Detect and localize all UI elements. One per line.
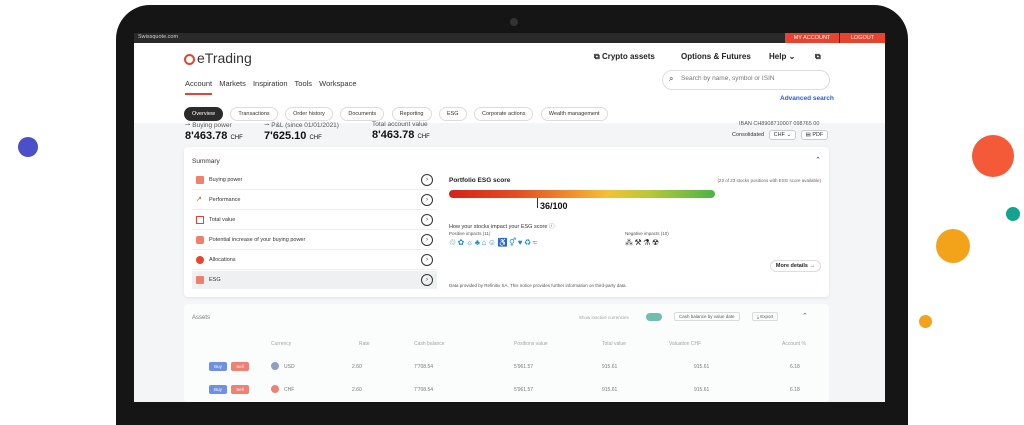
arrow-right-icon[interactable]: › [421, 214, 433, 226]
tools-icon[interactable]: ⚒ [635, 238, 644, 247]
flower-icon[interactable]: ✿ [458, 238, 466, 247]
help-menu[interactable]: Help ⌄ [769, 52, 795, 61]
document-icon [196, 216, 204, 224]
negative-impacts-label: Negative impacts (10) [625, 231, 669, 236]
summary-item-total-value[interactable]: Total value › [192, 211, 437, 230]
esg-score-marker [537, 198, 538, 208]
stat-buying-power: ⇀ Buying power 8'463.78 CHF [185, 122, 243, 142]
more-details-button[interactable]: More details → [769, 260, 821, 272]
summary-card: Summary ⌃ Buying power › ↗ Performance ›… [184, 147, 829, 297]
collapse-icon[interactable]: ⌃ [815, 156, 821, 164]
pie-chart-icon [196, 256, 204, 264]
stat-pnl: ⇀ P&L (since 01/01/2021) 7'625.10 CHF [264, 122, 339, 142]
arrow-right-icon[interactable]: › [421, 254, 433, 266]
decor-dot-blue [18, 137, 38, 157]
search-placeholder: Search by name, symbol or ISIN [681, 75, 775, 82]
summary-item-performance[interactable]: ↗ Performance › [192, 191, 437, 210]
site-link[interactable]: Swissquote.com [138, 34, 178, 40]
summary-item-esg[interactable]: ESG › [192, 271, 437, 289]
arrow-right-icon[interactable]: › [421, 174, 433, 186]
fade-overlay [134, 301, 885, 402]
wallet-icon [196, 176, 204, 184]
tab-markets[interactable]: Markets [219, 79, 246, 88]
decor-dot-teal [1006, 207, 1020, 221]
camera [510, 18, 518, 26]
tab-account[interactable]: Account [185, 79, 213, 95]
bulb-icon[interactable]: ☼ [466, 238, 475, 247]
my-account-button[interactable]: MY ACCOUNT [785, 33, 839, 43]
positive-impacts-label: Positive impacts (11) [449, 231, 491, 236]
options-futures-link[interactable]: Options & Futures [681, 52, 751, 61]
crypto-assets-link[interactable]: ⧉ Crypto assets [594, 52, 655, 62]
pill-overview[interactable]: Overview [184, 107, 223, 121]
esg-score-bar [449, 190, 715, 198]
top-bar: Swissquote.com MY ACCOUNT LOGOUT [134, 33, 885, 43]
nuclear-icon[interactable]: ☢ [652, 238, 661, 247]
currency-select[interactable]: CHF ⌄ [768, 130, 797, 140]
gender-icon[interactable]: ⚥ [509, 238, 518, 247]
logo[interactable]: eTrading [184, 50, 252, 66]
leaf-icon [196, 276, 204, 284]
trend-icon: ↗ [196, 196, 202, 203]
pill-transactions[interactable]: Transactions [230, 107, 278, 121]
decor-dot-orange-large [936, 229, 970, 263]
boost-icon [196, 236, 204, 244]
arrow-right-icon[interactable]: › [421, 194, 433, 206]
recycle-icon[interactable]: ♻ [524, 238, 533, 247]
stat-total-account-value: Total account value 8'463.78 CHF [372, 121, 430, 141]
search-icon: ⌕ [669, 74, 674, 83]
logo-text: eTrading [197, 50, 252, 66]
negative-impact-icons: ⁂⚒⚗☢ [625, 238, 661, 247]
advanced-search-link[interactable]: Advanced search [780, 95, 834, 102]
summary-item-potential-increase[interactable]: Potential increase of your buying power … [192, 231, 437, 250]
decor-dot-orange-small [919, 315, 932, 328]
summary-item-buying-power[interactable]: Buying power › [192, 171, 437, 190]
info-icon[interactable]: ⓘ [549, 224, 555, 230]
tab-tools[interactable]: Tools [295, 79, 313, 88]
arrow-right-icon[interactable]: › [421, 234, 433, 246]
pill-order-history[interactable]: Order history [285, 107, 333, 121]
summary-title: Summary [192, 158, 220, 165]
esg-panel: Portfolio ESG score (23 of 23 stocks pos… [449, 177, 821, 288]
fish-icon[interactable]: ≈ [533, 238, 539, 247]
climate-icon[interactable]: ♲ [449, 238, 458, 247]
positive-impact-icons: ♲✿☼♣⌂☺♿⚥♥♻≈ [449, 238, 539, 247]
iban-label: IBAN CH8908710007 098765 00 [739, 121, 820, 127]
esg-note: (23 of 23 stocks positions with ESG scor… [717, 178, 821, 183]
tab-workspace[interactable]: Workspace [319, 79, 356, 88]
wheelchair-icon[interactable]: ♿ [497, 238, 508, 247]
chevron-down-icon: ⌄ [786, 52, 796, 61]
main-tabs: Account Markets Inspiration Tools Worksp… [185, 79, 362, 95]
esg-provider-note: Data provided by Refinitiv SA. This noti… [449, 283, 627, 288]
app-screen: Swissquote.com MY ACCOUNT LOGOUT eTradin… [134, 33, 885, 402]
pill-reporting[interactable]: Reporting [391, 107, 432, 121]
consolidated-controls: Consolidated CHF ⌄ ▤ PDF [732, 130, 829, 140]
pill-corporate-actions[interactable]: Corporate actions [474, 107, 534, 121]
pill-esg[interactable]: ESG [438, 107, 467, 121]
pill-documents[interactable]: Documents [340, 107, 385, 121]
sub-tabs: Overview Transactions Order history Docu… [184, 102, 611, 121]
logo-icon [184, 54, 195, 65]
summary-item-allocations[interactable]: Allocations › [192, 251, 437, 270]
bottle-icon[interactable]: ⚗ [643, 238, 652, 247]
decor-dot-red [972, 135, 1014, 177]
search-input[interactable]: ⌕ Search by name, symbol or ISIN [662, 70, 830, 90]
external-link-icon[interactable]: ⧉ [815, 52, 821, 62]
esg-score: 36/100 [540, 201, 568, 211]
arrow-right-icon[interactable]: › [421, 274, 433, 286]
grape-icon[interactable]: ⁂ [625, 238, 635, 247]
tab-inspiration[interactable]: Inspiration [253, 79, 288, 88]
esg-question: How your stocks impact your ESG score ⓘ [449, 224, 555, 230]
pill-wealth-management[interactable]: Wealth management [540, 107, 608, 121]
logout-button[interactable]: LOGOUT [840, 33, 885, 43]
external-link-icon: ⧉ [594, 52, 602, 61]
pdf-button[interactable]: ▤ PDF [800, 130, 829, 140]
